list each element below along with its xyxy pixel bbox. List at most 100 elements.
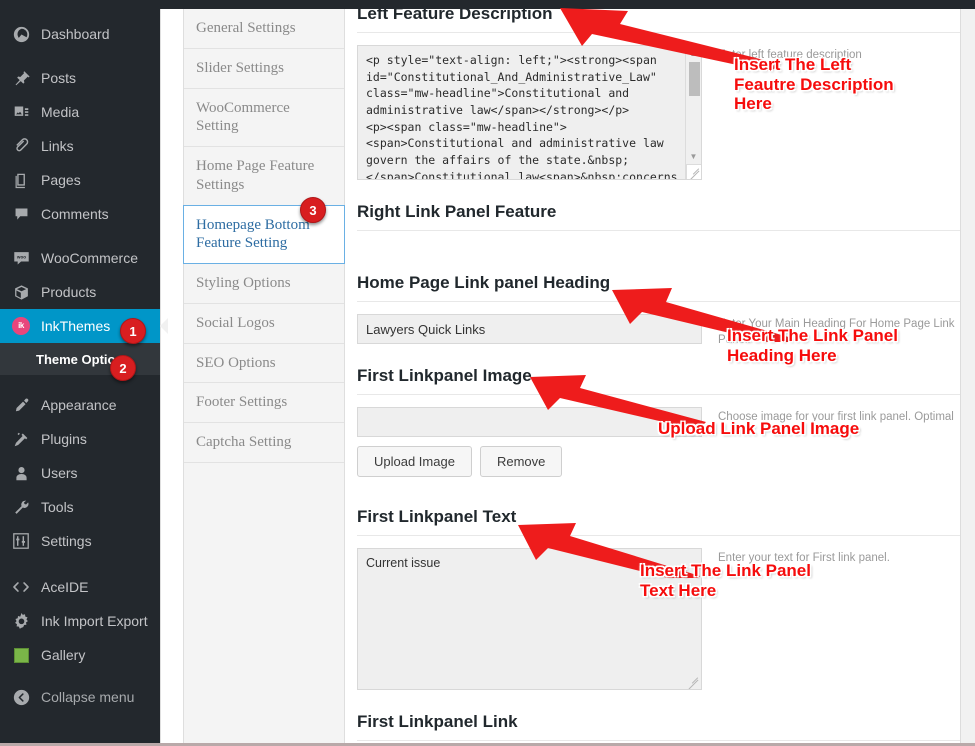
sidebar-item-collapse-menu[interactable]: Collapse menu: [0, 680, 160, 714]
tab-label: SEO Options: [196, 354, 276, 371]
tab-list-filler: [184, 462, 344, 746]
dashboard-icon: [11, 24, 31, 44]
sidebar-item-label: Media: [41, 104, 80, 120]
sidebar-item-gallery[interactable]: Gallery: [0, 638, 160, 672]
sidebar-item-settings[interactable]: Settings: [0, 524, 160, 558]
badge-step-3: 3: [300, 197, 326, 223]
sidebar-item-label: Settings: [41, 533, 92, 549]
upload-image-button[interactable]: Upload Image: [357, 446, 472, 478]
sidebar-item-label: Plugins: [41, 431, 87, 447]
sidebar-item-label: Pages: [41, 172, 81, 188]
sidebar-item-products[interactable]: Products: [0, 275, 160, 309]
tab-footer-settings[interactable]: Footer Settings: [184, 383, 344, 423]
pin-icon: [11, 68, 31, 88]
tab-slider-settings[interactable]: Slider Settings: [184, 48, 344, 89]
sidebar-item-appearance[interactable]: Appearance: [0, 388, 160, 422]
tab-label: General Settings: [196, 20, 296, 36]
collapse-icon: [11, 687, 31, 707]
tab-home-page-feature-settings[interactable]: Home Page Feature Settings: [184, 147, 344, 206]
gallery-square: [13, 647, 29, 663]
tools-icon: [11, 497, 31, 517]
sidebar-item-theme-options[interactable]: Theme Options: [0, 343, 160, 375]
tab-label: Styling Options: [196, 275, 291, 291]
textarea-resize-grip[interactable]: [686, 674, 701, 689]
sidebar-item-pages[interactable]: Pages: [0, 163, 160, 197]
tab-label: Home Page Feature Settings: [196, 158, 315, 193]
pages-icon: [11, 170, 31, 190]
tab-label: Slider Settings: [196, 59, 284, 76]
inkthemes-icon: ik: [11, 316, 31, 336]
sidebar-item-label: Users: [41, 465, 78, 481]
appearance-icon: [11, 395, 31, 415]
textarea-resize-grip[interactable]: [686, 164, 701, 179]
sidebar-item-label: Links: [41, 138, 74, 154]
tab-captcha-setting[interactable]: Captcha Setting: [184, 423, 344, 463]
sidebar-item-dashboard[interactable]: Dashboard: [0, 17, 160, 51]
section-title-right-link-panel-feature: Right Link Panel Feature: [357, 202, 557, 221]
sidebar-item-label: Products: [41, 284, 97, 300]
sidebar-item-label: Appearance: [41, 397, 117, 413]
page-scrollbar[interactable]: [960, 9, 975, 746]
sidebar-item-label: Gallery: [41, 647, 86, 663]
tab-woocommerce-setting[interactable]: WooCommerce Setting: [184, 88, 344, 147]
screen: Dashboard Posts Media Links Pages Commen…: [0, 0, 975, 746]
tab-label: Social Logos: [196, 314, 275, 331]
tab-seo-options[interactable]: SEO Options: [184, 343, 344, 384]
sidebar-item-media[interactable]: Media: [0, 95, 160, 129]
tab-general-settings[interactable]: General Settings: [184, 9, 344, 49]
media-icon: [11, 102, 31, 122]
sidebar-item-comments[interactable]: Comments: [0, 197, 160, 231]
inkthemes-logo: ik: [12, 317, 30, 335]
section-title-first-linkpanel-link: First Linkpanel Link: [357, 712, 518, 732]
scroll-down-arrow[interactable]: ▼: [686, 149, 701, 163]
sidebar-item-posts[interactable]: Posts: [0, 61, 160, 95]
sidebar-item-plugins[interactable]: Plugins: [0, 422, 160, 456]
sidebar-item-woocommerce[interactable]: woo WooCommerce: [0, 241, 160, 275]
link-icon: [11, 136, 31, 156]
gear-icon: [11, 611, 31, 631]
sidebar-item-label: Collapse menu: [41, 689, 135, 705]
tab-label: Footer Settings: [196, 394, 288, 411]
annotation-upload-link-panel-image: Upload Link Panel Image: [658, 419, 860, 438]
sidebar-item-label: Tools: [41, 499, 74, 515]
tab-social-logos[interactable]: Social Logos: [184, 303, 344, 344]
divider: [357, 740, 960, 742]
code-icon: [11, 577, 31, 597]
sidebar-item-label: Dashboard: [41, 26, 110, 42]
svg-text:woo: woo: [15, 254, 25, 259]
image-button-row: Upload Image Remove: [357, 437, 702, 478]
options-tab-list: General Settings Slider Settings WooComm…: [183, 9, 345, 746]
sidebar-item-tools[interactable]: Tools: [0, 490, 160, 524]
plugins-icon: [11, 429, 31, 449]
tab-label: Captcha Setting: [196, 434, 292, 450]
annotation-link-panel-heading: Insert The Link Panel Heading Here: [727, 326, 898, 365]
users-icon: [11, 463, 31, 483]
tab-label: Homepage Bottom Feature Setting: [196, 216, 310, 252]
annotation-link-panel-text: Insert The Link Panel Text Here: [640, 561, 811, 600]
sidebar-item-ink-import-export[interactable]: Ink Import Export: [0, 604, 160, 638]
wp-admin-bar: [0, 0, 975, 9]
tab-styling-options[interactable]: Styling Options: [184, 264, 344, 304]
comments-icon: [11, 204, 31, 224]
sidebar-item-links[interactable]: Links: [0, 129, 160, 163]
sidebar-item-users[interactable]: Users: [0, 456, 160, 490]
gallery-icon: [11, 645, 31, 665]
annotation-left-feature-description: Insert The Left Feautre Description Here: [734, 55, 894, 114]
sidebar-item-label: Ink Import Export: [41, 613, 148, 629]
help-first-linkpanel-image: Choose image for your first link panel. …: [718, 411, 954, 424]
sidebar-item-aceide[interactable]: AceIDE: [0, 570, 160, 604]
tab-label: WooCommerce Setting: [196, 99, 290, 135]
badge-step-1: 1: [120, 318, 146, 344]
woocommerce-icon: woo: [11, 248, 31, 268]
sidebar-item-label: AceIDE: [41, 579, 89, 595]
wp-admin-sidebar: Dashboard Posts Media Links Pages Commen…: [0, 0, 168, 746]
sidebar-item-label: Comments: [41, 206, 109, 222]
settings-icon: [11, 531, 31, 551]
badge-step-2: 2: [110, 355, 136, 381]
remove-image-button[interactable]: Remove: [479, 446, 563, 478]
products-icon: [11, 282, 31, 302]
